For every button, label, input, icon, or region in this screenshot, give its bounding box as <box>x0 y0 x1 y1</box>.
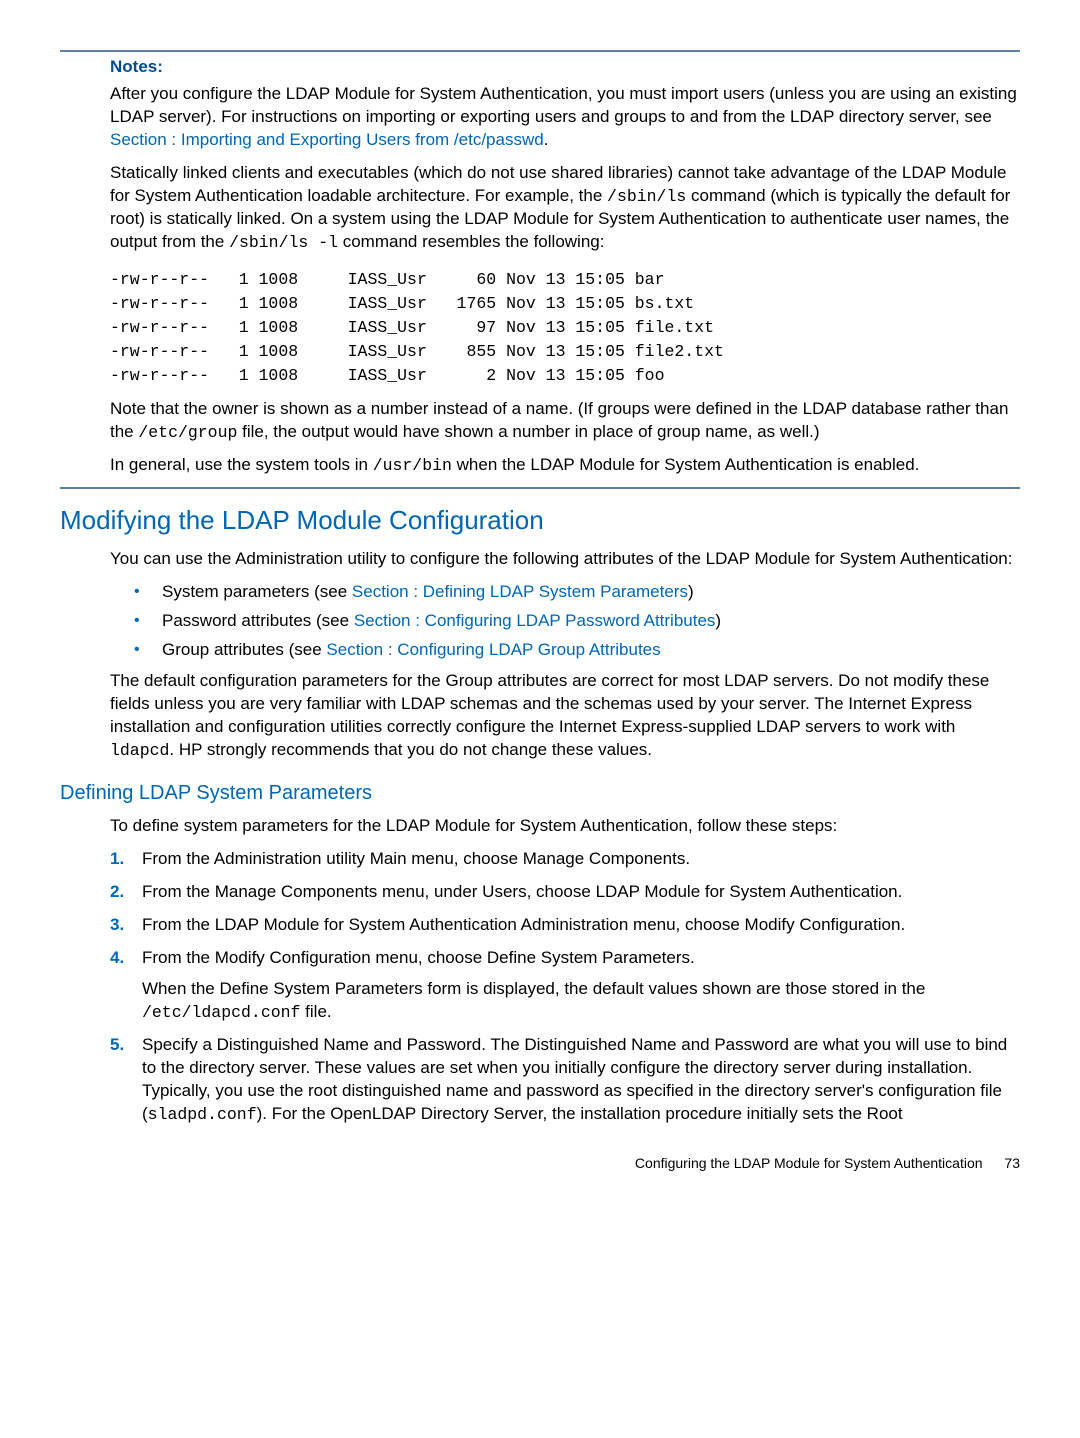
step-item: Specify a Distinguished Name and Passwor… <box>110 1034 1020 1126</box>
page-footer: Configuring the LDAP Module for System A… <box>60 1154 1020 1173</box>
text: file. <box>300 1002 331 1021</box>
defining-intro: To define system parameters for the LDAP… <box>110 815 1020 838</box>
inline-code: /sbin/ls -l <box>229 233 338 252</box>
notes-paragraph-1: After you configure the LDAP Module for … <box>110 83 1020 152</box>
text: From the Administration utility Main men… <box>142 849 690 868</box>
inline-code: /etc/group <box>138 423 237 442</box>
text: After you configure the LDAP Module for … <box>110 84 1017 126</box>
notes-paragraph-4: In general, use the system tools in /usr… <box>110 454 1020 477</box>
text: when the LDAP Module for System Authenti… <box>452 455 919 474</box>
subsection-heading-defining-parameters: Defining LDAP System Parameters <box>60 780 1020 807</box>
link-configuring-password-attributes[interactable]: Section : Configuring LDAP Password Attr… <box>354 611 716 630</box>
inline-code: ldapcd <box>110 741 169 760</box>
link-import-export-users[interactable]: Section : Importing and Exporting Users … <box>110 130 544 149</box>
inline-code: /usr/bin <box>373 456 452 475</box>
inline-code: /etc/ldapcd.conf <box>142 1003 300 1022</box>
section-heading-modify-ldap: Modifying the LDAP Module Configuration <box>60 503 1020 538</box>
text: In general, use the system tools in <box>110 455 373 474</box>
steps-list: From the Administration utility Main men… <box>110 848 1020 1126</box>
inline-code: sladpd.conf <box>148 1105 257 1124</box>
list-item: Password attributes (see Section : Confi… <box>134 610 1020 633</box>
notes-paragraph-2: Statically linked clients and executable… <box>110 162 1020 254</box>
text: From the Modify Configuration menu, choo… <box>142 948 695 967</box>
bottom-rule <box>60 487 1020 489</box>
text: . HP strongly recommends that you do not… <box>169 740 652 759</box>
text: From the LDAP Module for System Authenti… <box>142 915 905 934</box>
step-item: From the LDAP Module for System Authenti… <box>110 914 1020 937</box>
text: command resembles the following: <box>338 232 604 251</box>
step-item: From the Administration utility Main men… <box>110 848 1020 871</box>
link-configuring-group-attributes[interactable]: Section : Configuring LDAP Group Attribu… <box>326 640 660 659</box>
page-number: 73 <box>1004 1154 1020 1173</box>
text: . <box>544 130 549 149</box>
modify-paragraph-2: The default configuration parameters for… <box>110 670 1020 762</box>
text: ) <box>715 611 721 630</box>
text: System parameters (see <box>162 582 352 601</box>
text: The default configuration parameters for… <box>110 671 989 736</box>
text: Group attributes (see <box>162 640 326 659</box>
list-item: Group attributes (see Section : Configur… <box>134 639 1020 662</box>
code-listing-ls-output: -rw-r--r-- 1 1008 IASS_Usr 60 Nov 13 15:… <box>110 268 1020 388</box>
text: file, the output would have shown a numb… <box>237 422 819 441</box>
footer-text: Configuring the LDAP Module for System A… <box>635 1155 983 1171</box>
text: When the Define System Parameters form i… <box>142 979 925 998</box>
inline-code: /sbin/ls <box>607 187 686 206</box>
text: From the Manage Components menu, under U… <box>142 882 902 901</box>
top-rule <box>60 50 1020 52</box>
attributes-list: System parameters (see Section : Definin… <box>134 581 1020 662</box>
step-subparagraph: When the Define System Parameters form i… <box>142 978 1020 1024</box>
text: Password attributes (see <box>162 611 354 630</box>
link-defining-system-parameters[interactable]: Section : Defining LDAP System Parameter… <box>352 582 688 601</box>
modify-intro: You can use the Administration utility t… <box>110 548 1020 571</box>
step-item: From the Modify Configuration menu, choo… <box>110 947 1020 1024</box>
notes-heading: Notes: <box>110 56 1020 79</box>
step-item: From the Manage Components menu, under U… <box>110 881 1020 904</box>
list-item: System parameters (see Section : Definin… <box>134 581 1020 604</box>
notes-paragraph-3: Note that the owner is shown as a number… <box>110 398 1020 444</box>
text: ). For the OpenLDAP Directory Server, th… <box>257 1104 903 1123</box>
text: ) <box>688 582 694 601</box>
